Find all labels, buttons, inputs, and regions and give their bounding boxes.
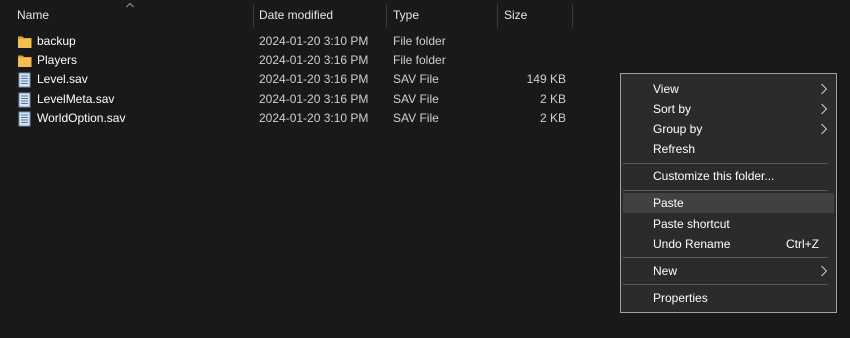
- file-name: WorldOption.sav: [37, 111, 126, 125]
- file-date: 2024-01-20 3:16 PM: [259, 53, 369, 67]
- menu-item-refresh[interactable]: Refresh: [623, 139, 834, 159]
- file-row[interactable]: Level.sav 2024-01-20 3:16 PM SAV File 14…: [0, 70, 600, 89]
- file-type: SAV File: [393, 92, 439, 106]
- file-row[interactable]: Players 2024-01-20 3:16 PM File folder: [0, 51, 600, 70]
- file-size: 2 KB: [539, 92, 566, 106]
- menu-separator: [623, 163, 828, 164]
- menu-item-label: Paste: [653, 196, 684, 210]
- menu-item-paste-shortcut[interactable]: Paste shortcut: [623, 214, 834, 234]
- context-menu: View Sort by Group by Refresh Customize …: [620, 73, 837, 313]
- file-date: 2024-01-20 3:10 PM: [259, 34, 369, 48]
- folder-icon: [18, 36, 32, 48]
- menu-item-customize[interactable]: Customize this folder...: [623, 166, 834, 186]
- menu-item-view[interactable]: View: [623, 79, 834, 99]
- column-name-header[interactable]: Name: [17, 0, 49, 30]
- file-type: File folder: [393, 53, 446, 67]
- file-type: SAV File: [393, 72, 439, 86]
- file-size: 2 KB: [539, 111, 566, 125]
- file-size: 149 KB: [526, 72, 566, 86]
- file-icon: [18, 72, 31, 88]
- chevron-right-icon: [821, 103, 828, 115]
- file-row[interactable]: WorldOption.sav 2024-01-20 3:10 PM SAV F…: [0, 109, 600, 128]
- file-name: backup: [37, 34, 76, 48]
- menu-item-label: Properties: [653, 291, 708, 305]
- column-header: Name Date modified Type Size: [0, 0, 850, 30]
- menu-item-label: View: [653, 82, 679, 96]
- keyboard-shortcut: Ctrl+Z: [786, 237, 819, 251]
- file-row[interactable]: backup 2024-01-20 3:10 PM File folder: [0, 32, 600, 51]
- file-icon: [18, 92, 31, 108]
- column-divider[interactable]: [386, 4, 387, 28]
- column-divider[interactable]: [497, 4, 498, 28]
- file-date: 2024-01-20 3:10 PM: [259, 111, 369, 125]
- menu-item-label: Customize this folder...: [653, 169, 775, 183]
- menu-separator: [623, 257, 828, 258]
- menu-item-group-by[interactable]: Group by: [623, 119, 834, 139]
- file-name: LevelMeta.sav: [37, 92, 115, 106]
- column-type-header[interactable]: Type: [393, 0, 419, 30]
- chevron-right-icon: [821, 123, 828, 135]
- column-date-header[interactable]: Date modified: [259, 0, 333, 30]
- chevron-right-icon: [821, 265, 828, 277]
- column-divider[interactable]: [253, 4, 254, 28]
- column-size-header[interactable]: Size: [504, 0, 527, 30]
- menu-item-undo-rename[interactable]: Undo Rename Ctrl+Z: [623, 234, 834, 254]
- file-name: Level.sav: [37, 72, 88, 86]
- menu-item-sort-by[interactable]: Sort by: [623, 99, 834, 119]
- menu-item-label: Paste shortcut: [653, 217, 730, 231]
- file-name: Players: [37, 53, 78, 67]
- menu-item-label: Refresh: [653, 142, 696, 156]
- menu-separator: [623, 190, 828, 191]
- chevron-right-icon: [821, 83, 828, 95]
- sort-ascending-icon: [126, 2, 134, 8]
- file-date: 2024-01-20 3:16 PM: [259, 72, 369, 86]
- menu-item-label: Group by: [653, 122, 703, 136]
- folder-icon: [18, 55, 32, 67]
- menu-item-properties[interactable]: Properties: [623, 288, 834, 308]
- menu-item-new[interactable]: New: [623, 261, 834, 281]
- file-type: File folder: [393, 34, 446, 48]
- menu-item-label: New: [653, 264, 678, 278]
- file-date: 2024-01-20 3:16 PM: [259, 92, 369, 106]
- menu-item-label: Undo Rename: [653, 237, 731, 251]
- menu-separator: [623, 284, 828, 285]
- file-row[interactable]: LevelMeta.sav 2024-01-20 3:16 PM SAV Fil…: [0, 90, 600, 109]
- menu-item-label: Sort by: [653, 102, 692, 116]
- column-divider[interactable]: [572, 4, 573, 28]
- file-icon: [18, 111, 31, 127]
- menu-item-paste[interactable]: Paste: [623, 193, 834, 213]
- file-type: SAV File: [393, 111, 439, 125]
